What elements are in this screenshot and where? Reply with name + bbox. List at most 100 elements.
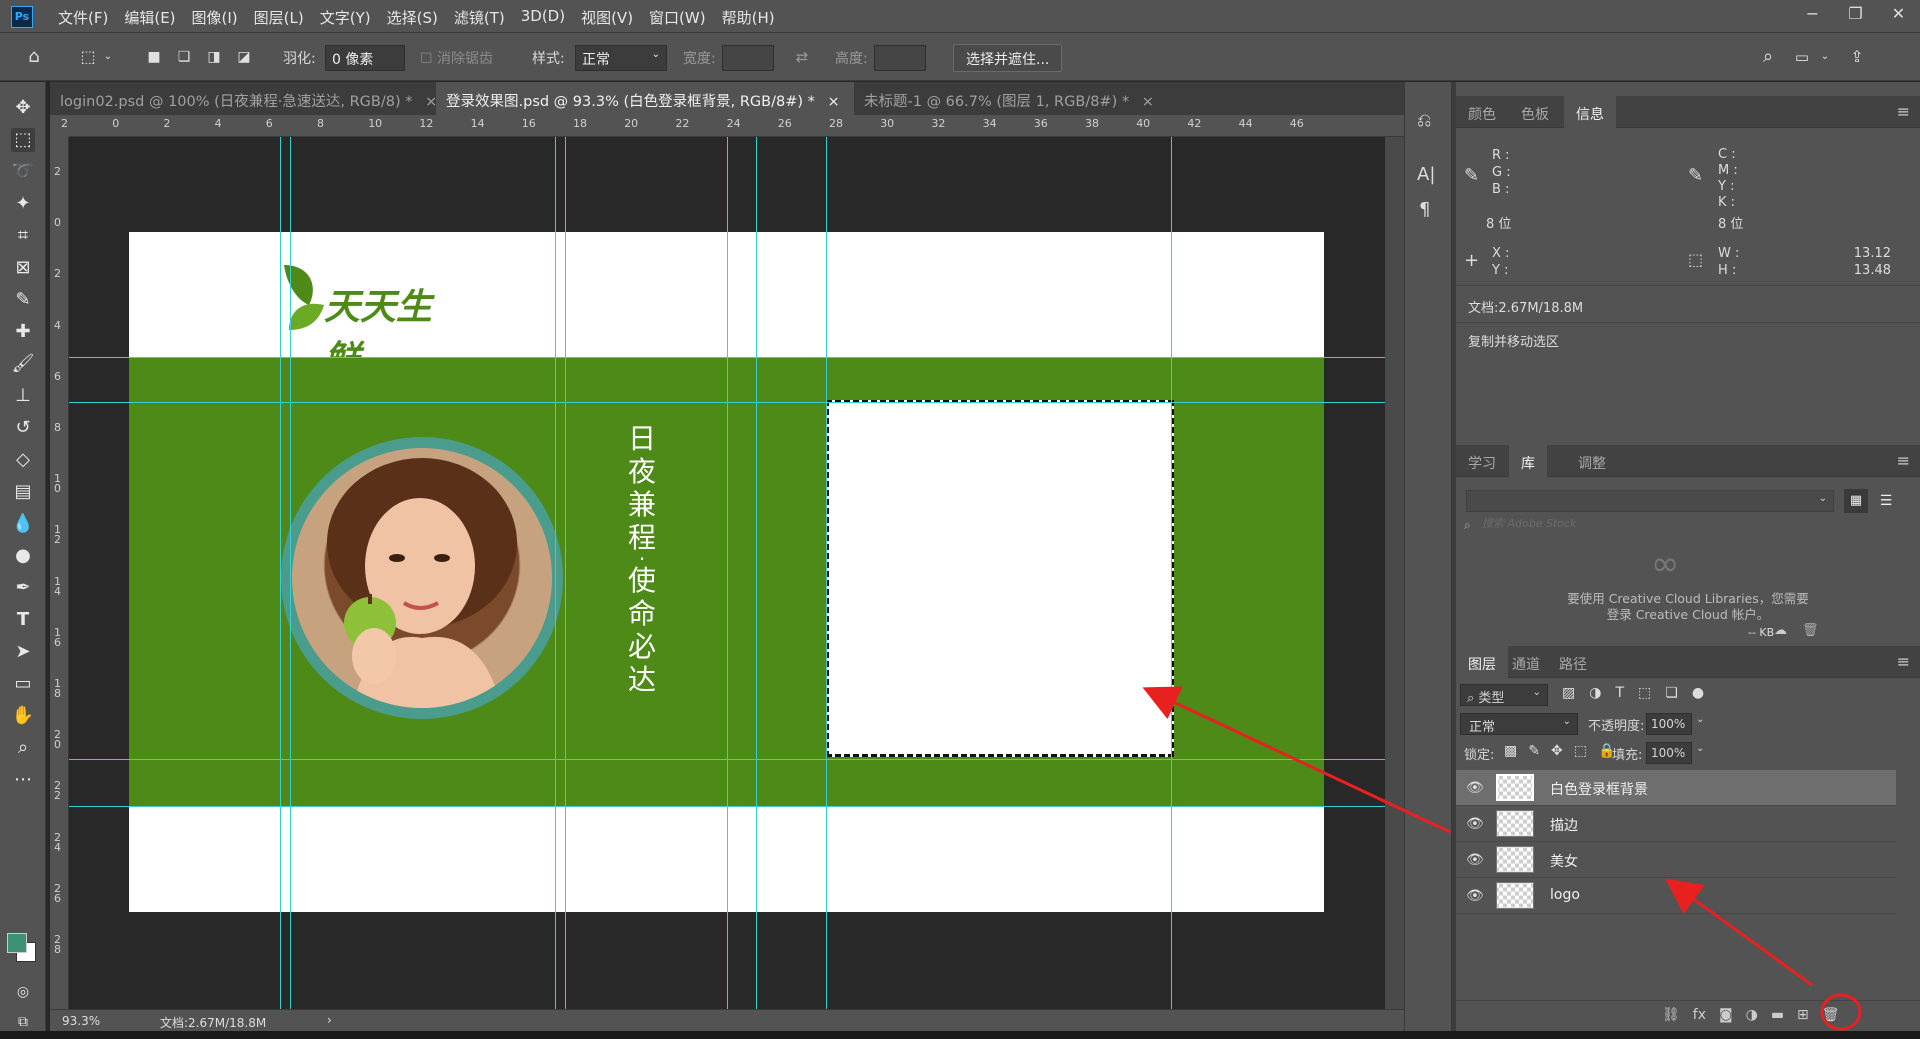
menu-select[interactable]: 选择(S) (387, 7, 438, 28)
menu-file[interactable]: 文件(F) (58, 7, 108, 28)
shape-filter-icon[interactable]: ⬚ (1638, 685, 1651, 701)
panel-menu-icon[interactable]: ≡ (1897, 102, 1910, 121)
visibility-eye-icon[interactable]: 👁 (1466, 780, 1484, 796)
adjustment-filter-icon[interactable]: ◑ (1589, 685, 1601, 701)
delete-layer-icon[interactable]: 🗑 (1822, 1007, 1840, 1023)
tab-paths[interactable]: 路径 (1547, 646, 1599, 678)
home-icon[interactable]: ⌂ (22, 45, 46, 69)
chevron-down-icon[interactable]: ⌄ (1696, 714, 1704, 725)
swap-icon[interactable]: ⇄ (790, 45, 814, 69)
gradient-tool-icon[interactable]: ▤ (11, 480, 35, 504)
height-input[interactable] (874, 45, 926, 71)
menu-edit[interactable]: 编辑(E) (124, 7, 175, 28)
character-icon[interactable]: A| (1417, 164, 1435, 185)
tab-info[interactable]: 信息 (1564, 96, 1616, 128)
marquee-tool-icon[interactable]: ⬚ (11, 128, 35, 152)
paragraph-icon[interactable]: ¶ (1419, 199, 1430, 220)
fx-icon[interactable]: fx (1693, 1007, 1706, 1023)
path-select-icon[interactable]: ➤ (11, 640, 35, 664)
link-layers-icon[interactable]: ⛓ (1662, 1007, 1680, 1023)
new-group-icon[interactable]: ▬ (1771, 1007, 1784, 1023)
history-brush-icon[interactable]: ↺ (11, 416, 35, 440)
select-and-mask-button[interactable]: 选择并遮住... (953, 44, 1063, 72)
menu-window[interactable]: 窗口(W) (649, 7, 706, 28)
subtract-selection-icon[interactable]: ◨ (202, 45, 226, 69)
workspace-icon[interactable]: ▭ (1790, 45, 1814, 69)
brush-tool-icon[interactable]: 🖌 (11, 352, 35, 376)
quick-mask-icon[interactable]: ◎ (11, 980, 35, 1004)
chevron-down-icon[interactable]: ⌄ (1696, 743, 1704, 754)
minimize-icon[interactable]: − (1791, 0, 1834, 30)
type-tool-icon[interactable]: T (11, 608, 35, 632)
status-menu-arrow[interactable]: › (327, 1013, 332, 1027)
doc-tab[interactable]: 未标题-1 @ 66.7% (图层 1, RGB/8#) * × (854, 82, 1214, 115)
list-view-icon[interactable]: ☰ (1874, 489, 1898, 513)
restore-icon[interactable]: ❐ (1834, 0, 1877, 30)
foreground-color-swatch[interactable] (7, 933, 27, 953)
tab-swatches[interactable]: 色板 (1509, 96, 1561, 128)
eyedropper-icon[interactable]: ✎ (11, 288, 35, 312)
canvas-area[interactable]: 天天生鲜 日 夜 兼 程 · 使 命 必 达 (69, 137, 1404, 1009)
menu-3d[interactable]: 3D(D) (521, 7, 565, 28)
adjustment-layer-icon[interactable]: ◑ (1746, 1007, 1758, 1023)
vertical-ruler[interactable]: 2 0 2 4 6 8 10 12 14 16 18 20 22 24 26 28 (50, 137, 69, 1009)
layer-row[interactable]: 👁 logo (1456, 878, 1896, 914)
tab-adjustments[interactable]: 调整 (1566, 445, 1618, 477)
white-login-box-selection[interactable] (826, 400, 1174, 757)
more-tools-icon[interactable]: ⋯ (11, 768, 35, 792)
lock-pixels-icon[interactable]: ✎ (1528, 743, 1540, 759)
stock-search-input[interactable]: 搜索 Adobe Stock (1482, 515, 1902, 533)
menu-help[interactable]: 帮助(H) (722, 7, 775, 28)
pen-tool-icon[interactable]: ✒ (11, 576, 35, 600)
zoom-tool-icon[interactable]: ⌕ (11, 736, 35, 760)
chevron-down-icon[interactable]: ⌄ (96, 45, 120, 69)
feather-input[interactable]: 0 像素 (325, 45, 405, 71)
close-icon[interactable]: × (1142, 94, 1154, 110)
menu-layer[interactable]: 图层(L) (254, 7, 304, 28)
healing-brush-icon[interactable]: ✚ (11, 320, 35, 344)
type-filter-icon[interactable]: T (1615, 685, 1624, 701)
rectangle-tool-icon[interactable]: ▭ (11, 672, 35, 696)
menu-view[interactable]: 视图(V) (581, 7, 633, 28)
search-icon[interactable]: ⌕ (1756, 45, 1780, 69)
crop-tool-icon[interactable]: ⌗ (11, 224, 35, 248)
library-select[interactable]: ⌄ (1466, 490, 1834, 512)
new-layer-icon[interactable]: ⊞ (1797, 1007, 1809, 1023)
chevron-down-icon[interactable]: ⌄ (1813, 45, 1837, 69)
share-icon[interactable]: ⇪ (1845, 45, 1869, 69)
tab-learn[interactable]: 学习 (1456, 445, 1508, 477)
fill-input[interactable]: 100% (1646, 742, 1692, 764)
layer-row[interactable]: 👁 描边 (1456, 806, 1896, 842)
layer-row[interactable]: 👁 美女 (1456, 842, 1896, 878)
stamp-tool-icon[interactable]: ⊥ (11, 384, 35, 408)
visibility-eye-icon[interactable]: 👁 (1466, 888, 1484, 904)
grid-view-icon[interactable]: ▦ (1844, 489, 1868, 513)
tab-channels[interactable]: 通道 (1500, 646, 1552, 678)
close-icon[interactable]: × (827, 94, 839, 110)
doc-tab-active[interactable]: 登录效果图.psd @ 93.3% (白色登录框背景, RGB/8#) * × (436, 82, 854, 115)
menu-filter[interactable]: 滤镜(T) (454, 7, 505, 28)
lock-artboard-icon[interactable]: ⬚ (1574, 743, 1587, 759)
filter-toggle-icon[interactable]: ● (1692, 685, 1704, 701)
lock-position-icon[interactable]: ✥ (1551, 743, 1563, 759)
layer-filter-select[interactable]: ⌕ 类型 ⌄ (1460, 684, 1548, 706)
close-window-icon[interactable]: ✕ (1877, 0, 1920, 30)
zoom-level[interactable]: 93.3% (62, 1014, 100, 1028)
width-input[interactable] (722, 45, 774, 71)
panel-menu-icon[interactable]: ≡ (1897, 652, 1910, 671)
opacity-input[interactable]: 100% (1646, 713, 1692, 735)
lasso-tool-icon[interactable]: ➰ (11, 160, 35, 184)
history-icon[interactable]: ⎌ (1417, 110, 1431, 131)
dodge-tool-icon[interactable]: ● (11, 544, 35, 568)
pixel-filter-icon[interactable]: ▨ (1562, 685, 1575, 701)
eraser-tool-icon[interactable]: ◇ (11, 448, 35, 472)
add-mask-icon[interactable]: ◙ (1719, 1007, 1733, 1023)
smart-object-filter-icon[interactable]: ❏ (1665, 685, 1678, 701)
visibility-eye-icon[interactable]: 👁 (1466, 816, 1484, 832)
style-select[interactable]: 正常 ⌄ (575, 45, 667, 71)
tab-color[interactable]: 颜色 (1456, 96, 1508, 128)
magic-wand-icon[interactable]: ✦ (11, 192, 35, 216)
blend-mode-select[interactable]: 正常 ⌄ (1460, 713, 1578, 735)
canvas-scrollbar[interactable] (1385, 137, 1404, 1009)
new-selection-icon[interactable]: ■ (142, 45, 166, 69)
